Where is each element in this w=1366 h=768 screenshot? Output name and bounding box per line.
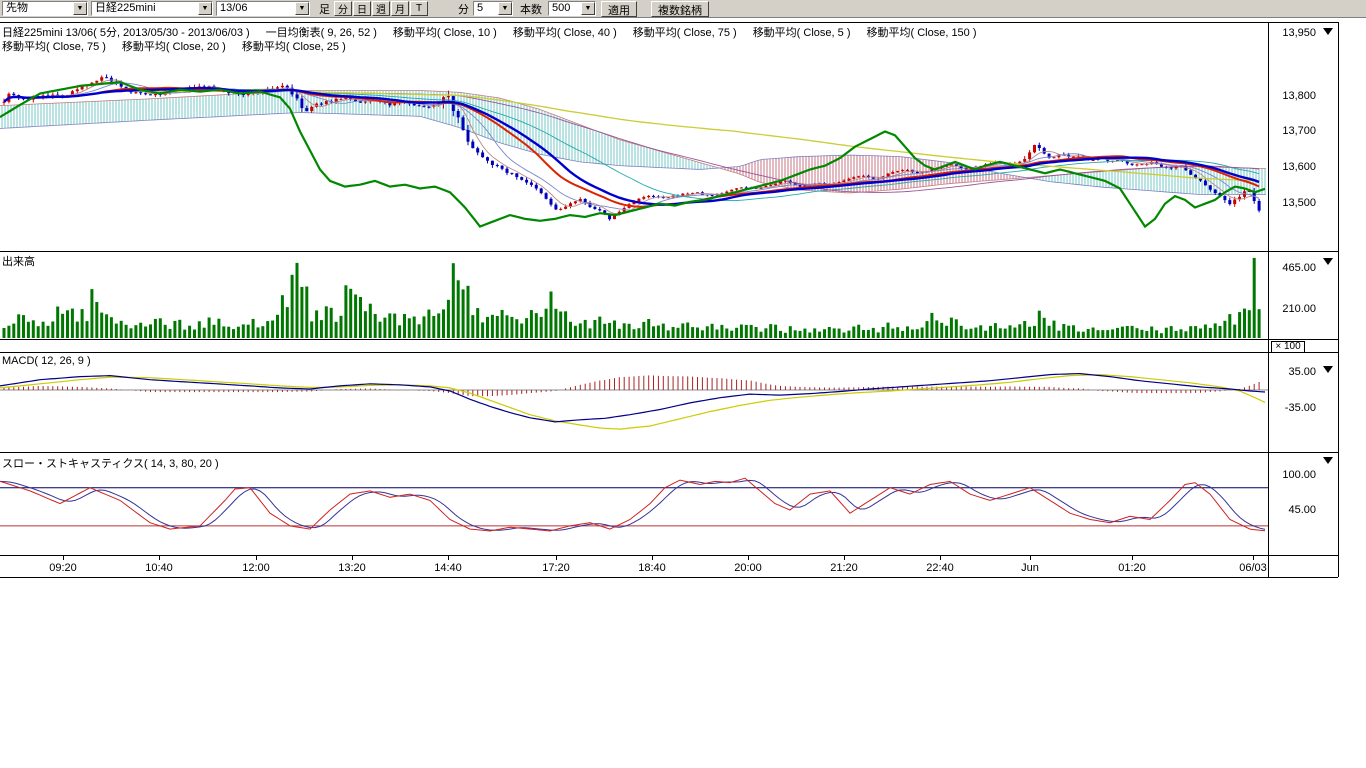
macd-axis-label: -35.00 [1270,402,1316,414]
stochastics-pane-label: スロー・ストキャスティクス( 14, 3, 80, 20 ) [2,455,219,471]
bar-type-button-2[interactable]: 週 [372,1,390,16]
chevron-down-icon[interactable]: ▼ [498,2,512,15]
scroll-down-button[interactable] [1323,457,1333,464]
time-axis-label: 09:20 [49,562,77,574]
price-axis-label: 13,500 [1270,197,1316,209]
volume-multiplier-badge: × 100 [1271,341,1305,353]
volume-axis-label: 210.00 [1270,303,1316,315]
indicator-label: 移動平均( Close, 40 ) [513,24,617,40]
indicator-header-row-2: 移動平均( Close, 75 ) 移動平均( Close, 20 ) 移動平均( … [2,38,346,54]
interval-select[interactable]: 5 ▼ [473,1,513,16]
stoch-axis-label: 100.00 [1270,469,1316,481]
market-select[interactable]: 先物 ▼ [2,1,88,16]
bar-type-button-1[interactable]: 日 [353,1,371,16]
contract-select[interactable]: 13/06 ▼ [216,1,310,16]
stoch-axis-label: 45.00 [1270,504,1316,516]
volume-pane-label: 出来高 [2,253,35,269]
indicator-label: 移動平均( Close, 150 ) [866,24,976,40]
interval-select-value: 5 [474,2,498,15]
price-axis-label: 13,700 [1270,125,1316,137]
chevron-down-icon[interactable]: ▼ [198,2,212,15]
indicator-label: 移動平均( Close, 75 ) [633,24,737,40]
time-axis-label: 12:00 [242,562,270,574]
macd-pane-label: MACD( 12, 26, 9 ) [2,355,91,367]
bar-type-button-4[interactable]: T [410,1,428,16]
time-axis-label: 01:20 [1118,562,1146,574]
bar-type-button-0[interactable]: 分 [334,1,352,16]
price-axis-label: 13,600 [1270,161,1316,173]
time-axis-label: 13:20 [338,562,366,574]
trading-chart-app: 先物 ▼ 日経225mini ▼ 13/06 ▼ 足 分日週月T 分 5 ▼ 本… [0,0,1366,768]
bars-count-label: 本数 [520,1,542,17]
indicator-label: 移動平均( Close, 5 ) [753,24,851,40]
indicator-label: 移動平均( Close, 75 ) [2,38,106,54]
macd-axis-label: 35.00 [1270,366,1316,378]
bar-type-buttons: 分日週月T [334,1,428,16]
bars-count-select[interactable]: 500 ▼ [548,1,596,16]
time-axis-label: Jun [1021,562,1039,574]
market-select-value: 先物 [3,2,73,15]
chart-canvas [0,0,1366,768]
chevron-down-icon[interactable]: ▼ [295,2,309,15]
bar-type-button-3[interactable]: 月 [391,1,409,16]
price-axis-label: 13,950 [1270,27,1316,39]
multi-symbol-button[interactable]: 複数銘柄 [651,1,709,17]
symbol-select-value: 日経225mini [92,2,198,15]
time-axis-label: 21:20 [830,562,858,574]
time-axis-label: 06/03 [1239,562,1267,574]
time-axis-label: 17:20 [542,562,570,574]
interval-unit-label: 分 [458,1,469,17]
main-toolbar: 先物 ▼ 日経225mini ▼ 13/06 ▼ 足 分日週月T 分 5 ▼ 本… [0,0,1366,18]
time-axis-label: 20:00 [734,562,762,574]
chevron-down-icon[interactable]: ▼ [581,2,595,15]
chevron-down-icon[interactable]: ▼ [73,2,87,15]
time-axis-label: 22:40 [926,562,954,574]
time-axis-label: 14:40 [434,562,462,574]
volume-axis-label: 465.00 [1270,262,1316,274]
price-axis-label: 13,800 [1270,90,1316,102]
indicator-label: 移動平均( Close, 10 ) [393,24,497,40]
contract-select-value: 13/06 [217,2,295,15]
apply-button[interactable]: 適用 [601,1,637,17]
scroll-down-button[interactable] [1323,258,1333,265]
scroll-down-button[interactable] [1323,28,1333,35]
indicator-label: 移動平均( Close, 25 ) [242,38,346,54]
bars-count-select-value: 500 [549,2,581,15]
symbol-select[interactable]: 日経225mini ▼ [91,1,213,16]
bar-type-label: 足 [319,1,330,17]
time-axis-label: 10:40 [145,562,173,574]
scroll-down-button[interactable] [1323,366,1333,373]
time-axis-label: 18:40 [638,562,666,574]
indicator-label: 移動平均( Close, 20 ) [122,38,226,54]
